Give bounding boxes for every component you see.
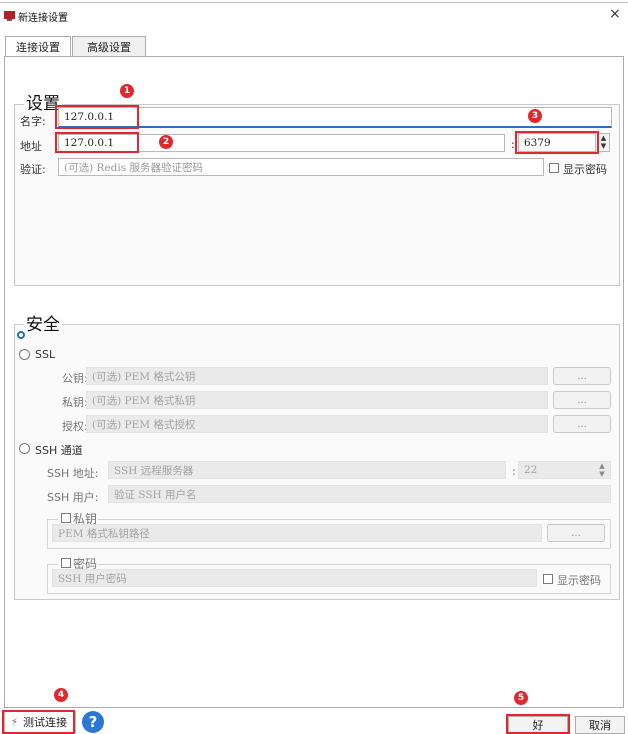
private-key-path-input[interactable]: PEM 格式私钥路径 [52, 524, 542, 542]
ssh-show-password-label: 显示密码 [557, 574, 601, 587]
annotation-marker-5: 5 [514, 691, 528, 705]
window-title: 新连接设置 [18, 13, 68, 24]
annotation-marker-4: 4 [54, 688, 68, 702]
cancel-button[interactable]: 取消 [575, 716, 625, 734]
password-checkbox[interactable] [61, 558, 71, 568]
private-key-label: 私钥: [62, 396, 88, 409]
public-key-browse-button[interactable]: ... [553, 367, 611, 385]
ssh-user-input[interactable]: 验证 SSH 用户名 [108, 485, 611, 503]
app-icon [4, 11, 15, 21]
public-key-label: 公钥: [62, 372, 88, 385]
ssh-port-separator: : [512, 465, 516, 478]
help-icon[interactable]: ? [82, 711, 104, 733]
authority-label: 授权: [62, 420, 88, 433]
auth-input[interactable]: (可选) Redis 服务器验证密码 [58, 158, 544, 176]
name-label: 名字: [20, 115, 46, 128]
authority-input[interactable]: (可选) PEM 格式授权 [86, 415, 548, 433]
ssh-radio[interactable] [19, 443, 30, 454]
annotation-box-address [55, 132, 139, 153]
private-key-input[interactable]: (可选) PEM 格式私钥 [86, 391, 548, 409]
private-key-path-browse-button[interactable]: ... [547, 524, 605, 542]
security-group-title: 安全 [24, 315, 62, 335]
annotation-marker-1: 1 [120, 84, 134, 98]
show-password-label: 显示密码 [563, 163, 607, 176]
auth-label: 验证: [20, 163, 46, 176]
ssh-address-input[interactable]: SSH 远程服务器 [108, 461, 506, 479]
address-label: 地址 [20, 140, 42, 153]
tab-connection-settings[interactable]: 连接设置 [5, 36, 71, 56]
annotation-box-ok [506, 714, 570, 734]
cursor-icon [17, 331, 25, 339]
ssl-label: SSL [35, 348, 56, 361]
ssh-password-input[interactable]: SSH 用户密码 [52, 569, 537, 587]
ssh-port-spinner[interactable]: ▲ ▼ [596, 462, 608, 478]
ssh-user-label: SSH 用户: [47, 491, 99, 504]
top-border [0, 2, 628, 3]
ssl-radio[interactable] [19, 349, 30, 360]
annotation-marker-2: 2 [159, 135, 173, 149]
ssh-show-password-checkbox[interactable] [543, 574, 553, 584]
authority-browse-button[interactable]: ... [553, 415, 611, 433]
public-key-input[interactable]: (可选) PEM 格式公钥 [86, 367, 548, 385]
private-key-checkbox[interactable] [61, 513, 71, 523]
close-icon[interactable]: × [609, 7, 621, 21]
show-password-checkbox[interactable] [549, 163, 559, 173]
annotation-box-port [515, 131, 599, 154]
annotation-box-test [2, 710, 75, 734]
annotation-box-name [55, 105, 139, 129]
ssh-address-label: SSH 地址: [47, 467, 99, 480]
ssh-label: SSH 通道 [35, 444, 83, 457]
private-key-browse-button[interactable]: ... [553, 391, 611, 409]
tab-advanced-settings[interactable]: 高级设置 [72, 36, 146, 56]
annotation-marker-3: 3 [528, 109, 542, 123]
